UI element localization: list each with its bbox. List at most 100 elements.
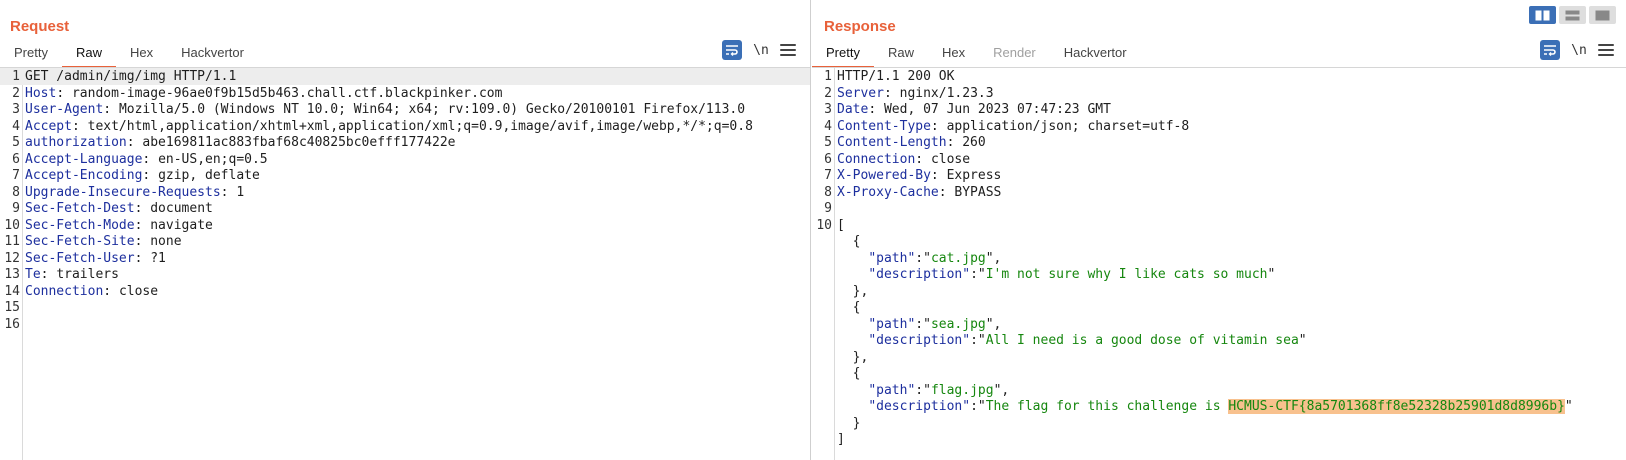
tab-hackvertor[interactable]: Hackvertor [167, 45, 258, 68]
word-wrap-icon[interactable] [722, 40, 742, 60]
json-punct: " [1298, 333, 1307, 348]
header-value: gzip, deflate [158, 168, 260, 183]
json-path-value: cat.jpg [930, 250, 986, 266]
header-name: authorization [25, 135, 127, 150]
editor-line: 8 Upgrade-Insecure-Requests: 1 [0, 184, 810, 201]
header-value: abe169811ac883fbaf68c40825bc0efff177422e [142, 135, 456, 150]
line-number: 8 [824, 184, 832, 200]
editor-line: "path":"cat.jpg", [812, 250, 1626, 267]
header-value: ?1 [150, 250, 166, 266]
line-content: { [837, 365, 861, 382]
json-brace: }, [837, 349, 869, 365]
line-number: 2 [824, 85, 832, 101]
header-separator: : [103, 283, 119, 299]
header-separator: : [126, 135, 143, 150]
layout-stacked-icon[interactable] [1559, 6, 1586, 24]
line-content: Accept: text/html,application/xhtml+xml,… [25, 118, 753, 135]
line-number: 6 [12, 151, 20, 167]
request-editor[interactable]: 1 GET /admin/img/img HTTP/1.1 2 Host: rando… [0, 68, 810, 460]
line-number: 7 [824, 168, 832, 183]
json-description-value: The flag for this challenge is [985, 399, 1229, 414]
line-number: 9 [12, 201, 20, 216]
header-value: random-image-96ae0f9b15d5b463.chall.ctf.… [71, 85, 503, 101]
tab-hex[interactable]: Hex [116, 45, 167, 68]
header-separator: : [134, 217, 151, 233]
response-view-tabs: Pretty Raw Hex Render Hackvertor [812, 44, 1141, 68]
tab-raw[interactable]: Raw [874, 45, 928, 68]
editor-line: 5 Content-Length: 260 [812, 134, 1626, 151]
editor-line: 2 Host: random-image-96ae0f9b15d5b463.cha… [0, 85, 810, 102]
hamburger-menu-icon[interactable] [780, 40, 796, 60]
line-content: { [837, 299, 861, 316]
show-newlines-button[interactable]: \n [752, 43, 770, 58]
line-number: 8 [12, 184, 20, 200]
line-content: Sec-Fetch-Site: none [25, 233, 182, 250]
line-content: [ [837, 217, 845, 234]
header-separator: : [946, 135, 963, 150]
word-wrap-icon[interactable] [1540, 40, 1560, 60]
header-name: X-Powered-By [837, 168, 931, 183]
header-value: close [930, 151, 971, 167]
editor-line: 4 Accept: text/html,application/xhtml+xml… [0, 118, 810, 135]
request-title: Request [10, 18, 70, 35]
editor-line: 11 Sec-Fetch-Site: none [0, 233, 810, 250]
response-title: Response [824, 18, 896, 35]
editor-line: 6 Accept-Language: en-US,en;q=0.5 [0, 151, 810, 168]
json-description-value: All I need is a good dose of vitamin sea [985, 333, 1299, 348]
line-content: Connection: close [25, 283, 158, 300]
response-pane: Response Pretty Raw Hex Render Hackvertor \n… [812, 0, 1626, 460]
editor-line: 4 Content-Type: application/json; charset… [812, 118, 1626, 135]
line-content: GET /admin/img/img HTTP/1.1 [25, 68, 236, 85]
editor-line: ] [812, 431, 1626, 448]
tab-pretty[interactable]: Pretty [812, 45, 874, 68]
header-separator: : [142, 151, 159, 167]
header-separator: : [930, 118, 947, 134]
line-content: Content-Type: application/json; charset=… [837, 118, 1189, 135]
json-bracket: [ [837, 217, 845, 233]
header-name: Host [25, 85, 57, 101]
editor-line: "description":"The flag for this challen… [812, 398, 1626, 415]
hamburger-menu-icon[interactable] [1598, 40, 1614, 60]
tab-hex[interactable]: Hex [928, 45, 979, 68]
request-toolbar: \n [722, 40, 796, 60]
json-punct: :" [970, 267, 986, 282]
line-content: Server: nginx/1.23.3 [837, 85, 994, 102]
line-content: Content-Length: 260 [837, 134, 986, 151]
header-separator: : [134, 250, 151, 266]
json-key: "path" [868, 382, 916, 398]
response-editor[interactable]: 1 HTTP/1.1 200 OK 2 Server: nginx/1.23.3 3 Da… [812, 68, 1626, 460]
line-content: "path":"cat.jpg", [837, 250, 1001, 267]
line-content: "description":"I'm not sure why I like c… [837, 266, 1275, 283]
header-name: Accept [25, 118, 72, 134]
line-number: 4 [12, 118, 20, 134]
line-content: "path":"sea.jpg", [837, 316, 1001, 333]
header-separator: : [56, 85, 72, 101]
header-value: trailers [56, 267, 119, 282]
header-separator: : [915, 151, 931, 167]
editor-line: 9 [812, 200, 1626, 217]
tab-raw[interactable]: Raw [61, 45, 116, 68]
header-name: Upgrade-Insecure-Requests [25, 184, 221, 200]
json-key: "path" [868, 316, 916, 332]
json-punct: " [1564, 399, 1573, 414]
layout-tabs-icon[interactable] [1589, 6, 1616, 24]
line-content: X-Powered-By: Express [837, 167, 1001, 184]
show-newlines-button[interactable]: \n [1570, 43, 1588, 58]
tab-hackvertor[interactable]: Hackvertor [1050, 45, 1141, 68]
tab-pretty[interactable]: Pretty [0, 45, 62, 68]
line-content: { [837, 233, 861, 250]
layout-side-by-side-icon[interactable] [1529, 6, 1556, 24]
header-name: Content-Length [837, 135, 947, 150]
header-separator: : [883, 85, 900, 101]
header-name: Server [837, 85, 884, 101]
editor-line: { [812, 299, 1626, 316]
header-name: Connection [25, 283, 104, 299]
header-value: application/json; charset=utf-8 [946, 118, 1190, 134]
line-number: 3 [12, 102, 20, 117]
json-key: "description" [868, 333, 971, 348]
header-value: 260 [962, 135, 986, 150]
